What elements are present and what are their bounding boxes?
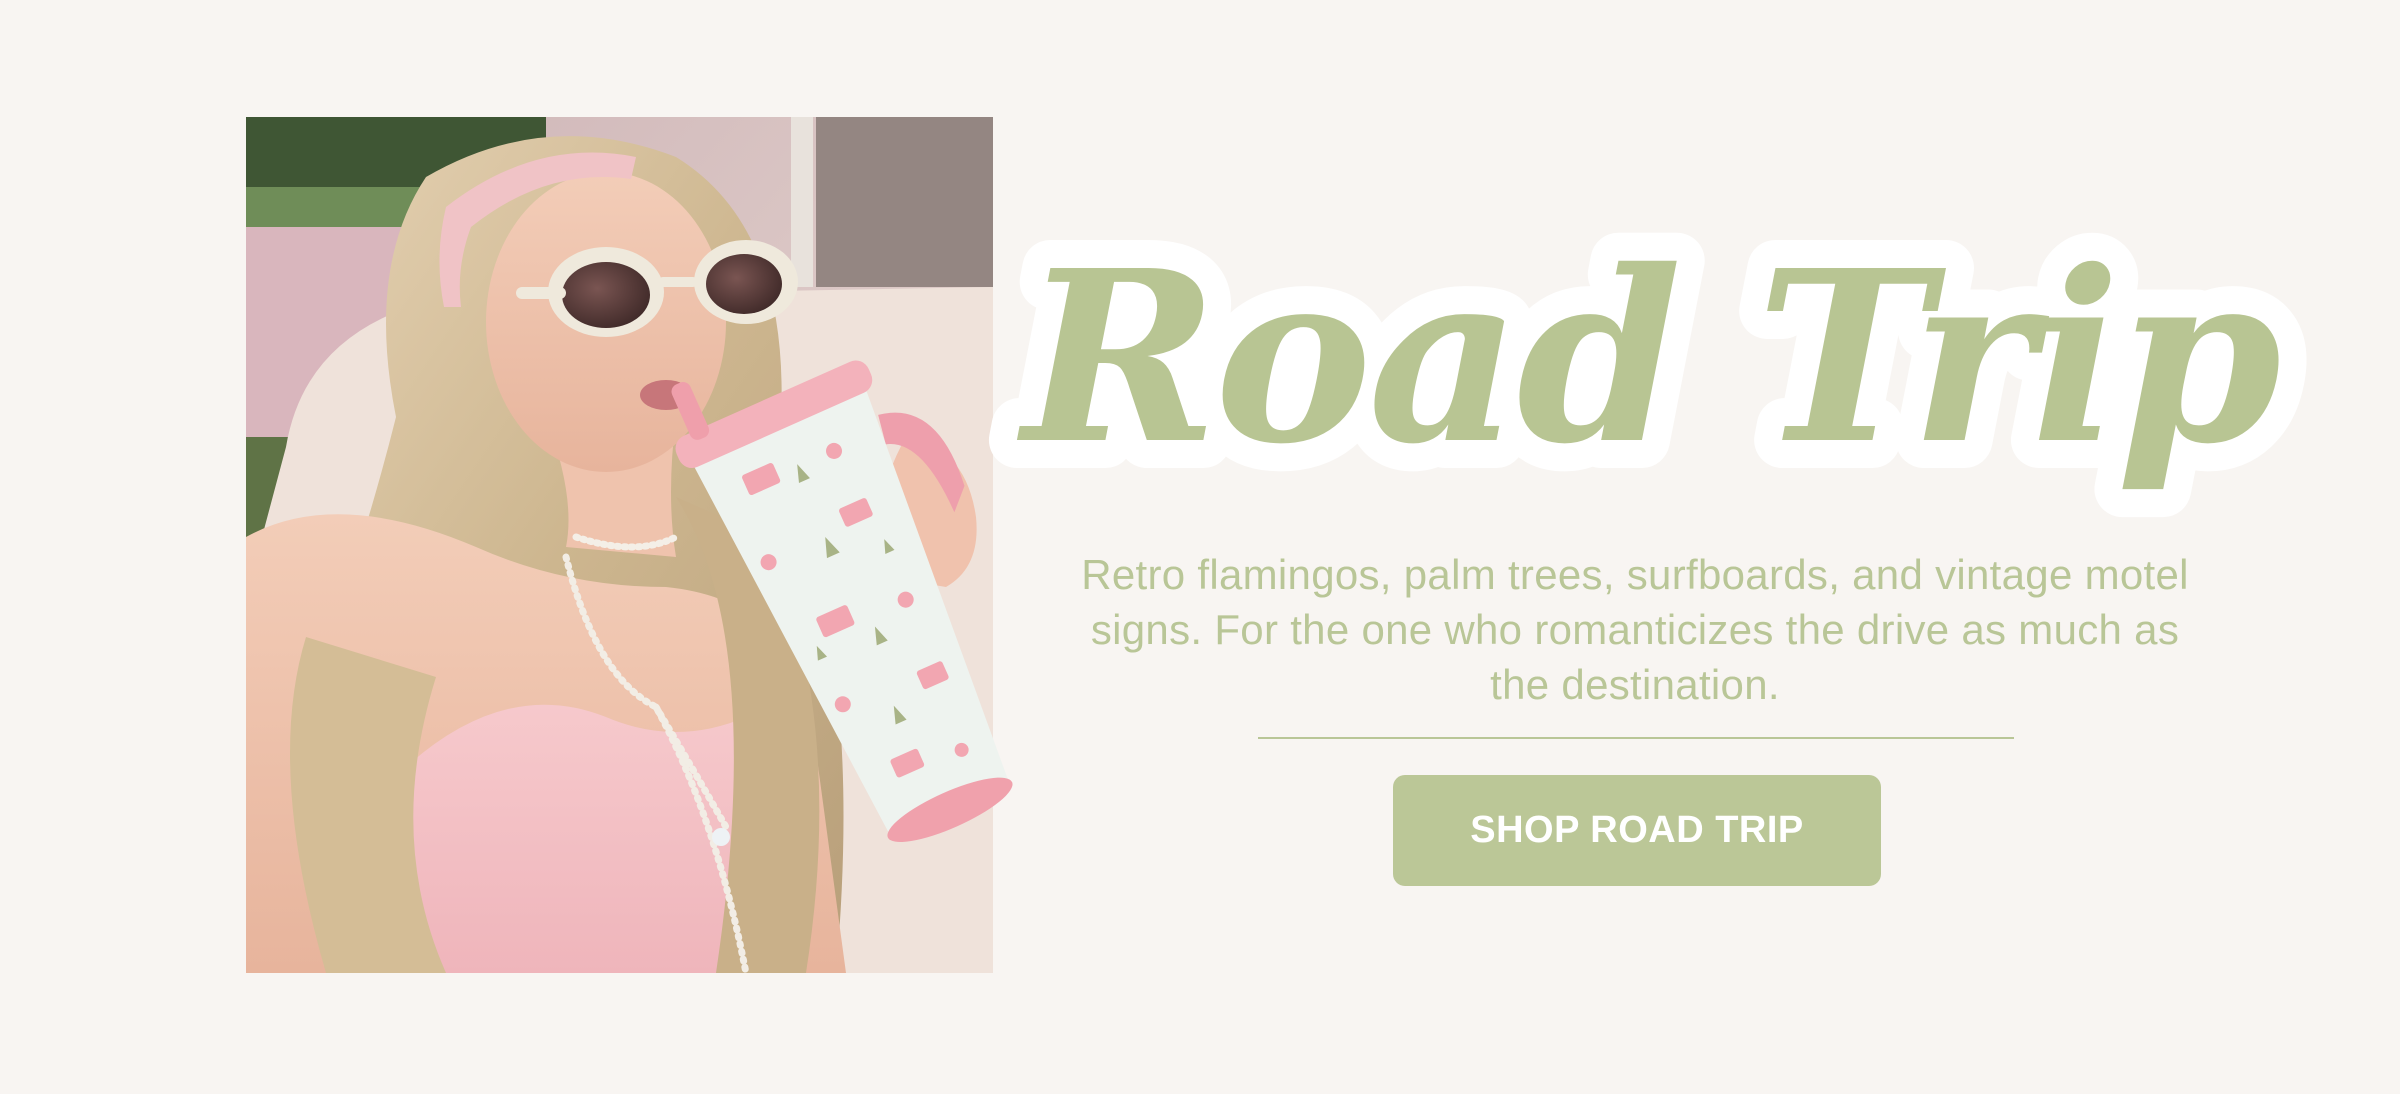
divider [1258,737,2014,739]
headline-svg: Road Trip Road Trip [988,190,2311,524]
description: Retro flamingos, palm trees, surfboards,… [1081,551,2189,708]
tumbler-illustration [671,360,1013,842]
headline-text: Road Trip [1016,218,2279,496]
shop-road-trip-button[interactable]: SHOP ROAD TRIP [1393,775,1881,886]
headline: Road Trip Road Trip [988,150,2311,550]
hero-banner: Road Trip Road Trip Retro flamingos, pal… [0,0,2400,1094]
